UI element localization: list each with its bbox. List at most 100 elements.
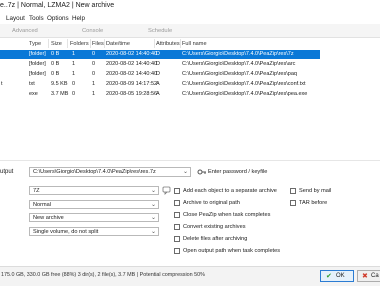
ok-label: OK	[336, 273, 345, 279]
cell-attributes: A	[156, 81, 160, 87]
table-row[interactable]: [folder] 0 B 1 0 2020-08-02 14:40:40 D C…	[0, 60, 320, 69]
cell-folders: 1	[72, 51, 76, 57]
column-header-files[interactable]: Files	[92, 41, 104, 47]
tab-bar: Advanced Console Schedule	[0, 24, 380, 38]
column-separator[interactable]	[104, 39, 105, 48]
separate-archive-checkbox[interactable]	[174, 188, 180, 194]
close-when-done-label: Close PeaZip when task completes	[183, 212, 271, 218]
status-text: 175.0 GB, 330.0 GB free (88%) 3 dir(s), …	[1, 272, 205, 278]
send-mail-label: Send by mail	[299, 188, 332, 194]
cell-fullname: C:\Users\Giorgio\Desktop\7.4.0\PeaZip\re…	[182, 71, 297, 77]
tab-console[interactable]: Console	[82, 28, 103, 34]
cell-type: [folder]	[29, 61, 46, 67]
table-row[interactable]: exe 3.7 MB 0 1 2020-08-05 19:28:56 A C:\…	[0, 90, 320, 99]
file-list: Type Size Folders Files Date/time Attrib…	[0, 38, 380, 160]
column-separator[interactable]	[67, 39, 68, 48]
key-icon[interactable]	[197, 167, 207, 177]
cell-files: 1	[92, 81, 96, 87]
column-separator[interactable]	[90, 39, 91, 48]
original-path-checkbox[interactable]	[174, 200, 180, 206]
close-when-done-checkbox[interactable]	[174, 212, 180, 218]
status-bar: 175.0 GB, 330.0 GB free (88%) 3 dir(s), …	[0, 266, 380, 286]
cell-fullname: C:\Users\Giorgio\Desktop\7.4.0\PeaZip\re…	[182, 51, 294, 57]
column-header-fullname[interactable]: Full name	[182, 41, 207, 47]
cell-fullname: C:\Users\Giorgio\Desktop\7.4.0\PeaZip\re…	[182, 61, 296, 67]
cell-folders: 0	[72, 81, 76, 87]
cell-date: 2020-08-02 14:40:40	[106, 71, 158, 77]
delete-after-checkbox[interactable]	[174, 236, 180, 242]
cell-size: 0 B	[51, 71, 60, 77]
cancel-label: Ca	[371, 273, 379, 279]
separate-archive-label: Add each object to a separate archive	[183, 188, 277, 194]
tar-before-checkbox[interactable]	[290, 200, 296, 206]
menu-bar: Layout Tools Options Help	[0, 13, 380, 24]
format-select[interactable]: 7Z ⌄	[29, 186, 159, 195]
ok-button[interactable]: ✔ OK	[320, 270, 354, 282]
cell-files: 0	[92, 51, 96, 57]
menu-layout[interactable]: Layout	[6, 15, 25, 22]
chevron-down-icon: ⌄	[150, 202, 156, 208]
column-header-attributes[interactable]: Attributes	[156, 41, 180, 47]
cell-date: 2020-08-05 19:28:56	[106, 91, 158, 97]
chevron-down-icon: ⌄	[150, 215, 156, 221]
menu-tools[interactable]: Tools	[29, 15, 44, 22]
cell-size: 3.7 MB	[51, 91, 69, 97]
cell-date: 2020-08-02 14:40:40	[106, 51, 158, 57]
format-value: 7Z	[33, 188, 40, 194]
cell-size: 0 B	[51, 61, 60, 67]
column-header-type[interactable]: Type	[29, 41, 41, 47]
cell-attributes: D	[156, 51, 160, 57]
column-separator[interactable]	[48, 39, 49, 48]
column-separator[interactable]	[154, 39, 155, 48]
archive-mode-value: New archive	[33, 215, 64, 221]
open-output-checkbox[interactable]	[174, 248, 180, 254]
cell-type: txt	[29, 81, 35, 87]
table-row[interactable]: [folder] 0 B 1 0 2020-08-02 14:40:40 D C…	[0, 50, 320, 59]
tab-schedule[interactable]: Schedule	[148, 28, 172, 34]
compression-level-value: Normal	[33, 202, 52, 208]
cancel-button[interactable]: ✖ Ca	[357, 270, 380, 282]
column-header-datetime[interactable]: Date/time	[106, 41, 130, 47]
cell-folders: 1	[72, 71, 76, 77]
output-label: utput	[0, 169, 14, 175]
compression-level-select[interactable]: Normal ⌄	[29, 200, 159, 209]
archive-mode-select[interactable]: New archive ⌄	[29, 213, 159, 222]
convert-existing-checkbox[interactable]	[174, 224, 180, 230]
output-path-input[interactable]: C:\Users\Giorgio\Desktop\7.4.0\PeaZip\re…	[29, 167, 191, 177]
chat-bubble-icon[interactable]	[162, 186, 171, 195]
volume-split-select[interactable]: Single volume, do not split ⌄	[29, 227, 159, 236]
delete-after-label: Delete files after archiving	[183, 236, 248, 242]
column-header-folders[interactable]: Folders	[70, 41, 89, 47]
cell-type: [folder]	[29, 71, 46, 77]
chevron-down-icon: ⌄	[150, 229, 156, 235]
menu-options[interactable]: Options	[47, 15, 69, 22]
cell-fullname: C:\Users\Giorgio\Desktop\7.4.0\PeaZip\re…	[182, 91, 308, 97]
menu-help[interactable]: Help	[72, 15, 85, 22]
column-header-size[interactable]: Size	[51, 41, 62, 47]
cell-type: [folder]	[29, 51, 46, 57]
cell-files: 1	[92, 91, 96, 97]
cell-folders: 1	[72, 61, 76, 67]
cell-folders: 0	[72, 91, 76, 97]
chevron-down-icon: ⌄	[150, 188, 156, 194]
send-mail-checkbox[interactable]	[290, 188, 296, 194]
cell-size: 9.5 KB	[51, 81, 68, 87]
column-separator[interactable]	[180, 39, 181, 48]
tab-advanced[interactable]: Advanced	[12, 28, 38, 34]
table-row[interactable]: t txt 9.5 KB 0 1 2020-08-09 14:17:52 A C…	[0, 80, 320, 89]
close-icon: ✖	[362, 273, 368, 280]
archive-options-panel: utput C:\Users\Giorgio\Desktop\7.4.0\Pea…	[0, 160, 380, 269]
cell-fullname: C:\Users\Giorgio\Desktop\7.4.0\PeaZip\re…	[182, 81, 306, 87]
cell-size: 0 B	[51, 51, 60, 57]
table-row[interactable]: [folder] 0 B 1 0 2020-08-02 14:40:40 D C…	[0, 70, 320, 79]
chevron-down-icon[interactable]: ⌄	[183, 168, 188, 175]
open-output-label: Open output path when task completes	[183, 248, 281, 254]
volume-split-value: Single volume, do not split	[33, 229, 99, 235]
cell-date: 2020-08-09 14:17:52	[106, 81, 158, 87]
cell-attributes: A	[156, 91, 160, 97]
cell-files: 0	[92, 61, 96, 67]
password-keyfile-label[interactable]: Enter password / keyfile	[208, 169, 267, 175]
tar-before-label: TAR before	[299, 200, 328, 206]
title-bar: e..7z | Normal, LZMA2 | New archive	[0, 0, 380, 13]
cell-attributes: D	[156, 71, 160, 77]
